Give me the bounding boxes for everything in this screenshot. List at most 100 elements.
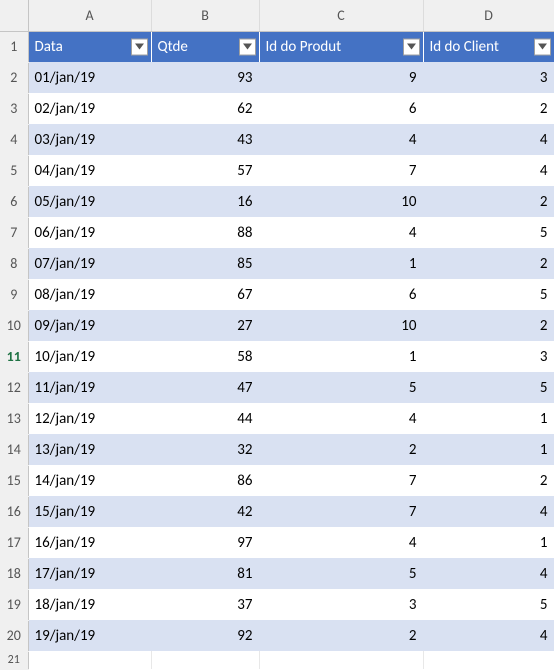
cell[interactable]: 81 bbox=[151, 558, 259, 589]
row-header[interactable]: 21 bbox=[0, 651, 28, 669]
select-all-corner[interactable] bbox=[0, 0, 28, 31]
cell[interactable]: 09/jan/19 bbox=[28, 310, 151, 341]
cell[interactable]: 5 bbox=[423, 589, 554, 620]
cell[interactable]: 17/jan/19 bbox=[28, 558, 151, 589]
cell[interactable]: 93 bbox=[151, 62, 259, 93]
cell[interactable]: 92 bbox=[151, 620, 259, 651]
cell[interactable]: 5 bbox=[259, 558, 423, 589]
header-cell-idcliente[interactable]: Id do Client bbox=[423, 31, 554, 62]
cell[interactable]: 4 bbox=[259, 124, 423, 155]
cell[interactable]: 14/jan/19 bbox=[28, 465, 151, 496]
cell[interactable] bbox=[151, 651, 259, 669]
row-header[interactable]: 6 bbox=[0, 186, 28, 217]
cell[interactable]: 13/jan/19 bbox=[28, 434, 151, 465]
cell[interactable]: 06/jan/19 bbox=[28, 217, 151, 248]
cell[interactable]: 88 bbox=[151, 217, 259, 248]
cell[interactable]: 1 bbox=[423, 434, 554, 465]
header-cell-qtde[interactable]: Qtde bbox=[151, 31, 259, 62]
cell[interactable]: 85 bbox=[151, 248, 259, 279]
cell[interactable]: 4 bbox=[423, 155, 554, 186]
cell[interactable]: 4 bbox=[259, 217, 423, 248]
filter-dropdown-icon[interactable] bbox=[131, 38, 148, 55]
row-header[interactable]: 15 bbox=[0, 465, 28, 496]
cell[interactable]: 57 bbox=[151, 155, 259, 186]
row-header[interactable]: 20 bbox=[0, 620, 28, 651]
cell[interactable]: 5 bbox=[423, 372, 554, 403]
cell[interactable]: 18/jan/19 bbox=[28, 589, 151, 620]
cell[interactable]: 3 bbox=[259, 589, 423, 620]
cell[interactable]: 6 bbox=[259, 279, 423, 310]
cell[interactable]: 27 bbox=[151, 310, 259, 341]
cell[interactable]: 2 bbox=[423, 310, 554, 341]
cell[interactable]: 5 bbox=[423, 217, 554, 248]
cell[interactable]: 11/jan/19 bbox=[28, 372, 151, 403]
cell[interactable]: 15/jan/19 bbox=[28, 496, 151, 527]
cell[interactable]: 9 bbox=[259, 62, 423, 93]
filter-dropdown-icon[interactable] bbox=[534, 38, 551, 55]
cell[interactable]: 3 bbox=[423, 341, 554, 372]
row-header[interactable]: 3 bbox=[0, 93, 28, 124]
cell[interactable]: 2 bbox=[423, 248, 554, 279]
cell[interactable]: 7 bbox=[259, 155, 423, 186]
row-header[interactable]: 17 bbox=[0, 527, 28, 558]
header-cell-data[interactable]: Data bbox=[28, 31, 151, 62]
column-header-a[interactable]: A bbox=[28, 0, 151, 31]
cell[interactable]: 32 bbox=[151, 434, 259, 465]
cell[interactable]: 01/jan/19 bbox=[28, 62, 151, 93]
cell[interactable]: 4 bbox=[423, 124, 554, 155]
row-header[interactable]: 9 bbox=[0, 279, 28, 310]
column-header-c[interactable]: C bbox=[259, 0, 423, 31]
row-header[interactable]: 12 bbox=[0, 372, 28, 403]
cell[interactable]: 10 bbox=[259, 186, 423, 217]
row-header[interactable]: 10 bbox=[0, 310, 28, 341]
cell[interactable]: 16 bbox=[151, 186, 259, 217]
cell[interactable]: 4 bbox=[423, 496, 554, 527]
cell[interactable]: 4 bbox=[423, 558, 554, 589]
cell[interactable]: 10 bbox=[259, 310, 423, 341]
cell[interactable]: 47 bbox=[151, 372, 259, 403]
cell[interactable]: 10/jan/19 bbox=[28, 341, 151, 372]
column-header-b[interactable]: B bbox=[151, 0, 259, 31]
row-header[interactable]: 8 bbox=[0, 248, 28, 279]
cell[interactable]: 16/jan/19 bbox=[28, 527, 151, 558]
filter-dropdown-icon[interactable] bbox=[403, 38, 420, 55]
cell[interactable]: 05/jan/19 bbox=[28, 186, 151, 217]
cell[interactable]: 04/jan/19 bbox=[28, 155, 151, 186]
row-header[interactable]: 19 bbox=[0, 589, 28, 620]
cell[interactable]: 3 bbox=[423, 62, 554, 93]
cell[interactable] bbox=[259, 651, 423, 669]
cell[interactable]: 12/jan/19 bbox=[28, 403, 151, 434]
cell[interactable]: 1 bbox=[259, 341, 423, 372]
row-header[interactable]: 16 bbox=[0, 496, 28, 527]
row-header[interactable]: 7 bbox=[0, 217, 28, 248]
cell[interactable]: 44 bbox=[151, 403, 259, 434]
cell[interactable] bbox=[28, 651, 151, 669]
cell[interactable]: 43 bbox=[151, 124, 259, 155]
cell[interactable]: 86 bbox=[151, 465, 259, 496]
cell[interactable]: 2 bbox=[423, 186, 554, 217]
cell[interactable]: 42 bbox=[151, 496, 259, 527]
cell[interactable]: 6 bbox=[259, 93, 423, 124]
cell[interactable]: 4 bbox=[423, 620, 554, 651]
row-header[interactable]: 18 bbox=[0, 558, 28, 589]
cell[interactable]: 07/jan/19 bbox=[28, 248, 151, 279]
cell[interactable]: 7 bbox=[259, 496, 423, 527]
cell[interactable]: 5 bbox=[259, 372, 423, 403]
cell[interactable]: 1 bbox=[423, 403, 554, 434]
row-header[interactable]: 4 bbox=[0, 124, 28, 155]
cell[interactable]: 4 bbox=[259, 403, 423, 434]
header-cell-idproduto[interactable]: Id do Produt bbox=[259, 31, 423, 62]
column-header-d[interactable]: D bbox=[423, 0, 554, 31]
cell[interactable]: 2 bbox=[423, 93, 554, 124]
cell[interactable]: 03/jan/19 bbox=[28, 124, 151, 155]
cell[interactable]: 97 bbox=[151, 527, 259, 558]
cell[interactable]: 1 bbox=[423, 527, 554, 558]
cell[interactable]: 08/jan/19 bbox=[28, 279, 151, 310]
row-header[interactable]: 1 bbox=[0, 31, 28, 62]
filter-dropdown-icon[interactable] bbox=[239, 38, 256, 55]
cell[interactable]: 2 bbox=[423, 465, 554, 496]
cell[interactable]: 67 bbox=[151, 279, 259, 310]
cell[interactable] bbox=[423, 651, 554, 669]
cell[interactable]: 4 bbox=[259, 527, 423, 558]
cell[interactable]: 1 bbox=[259, 248, 423, 279]
